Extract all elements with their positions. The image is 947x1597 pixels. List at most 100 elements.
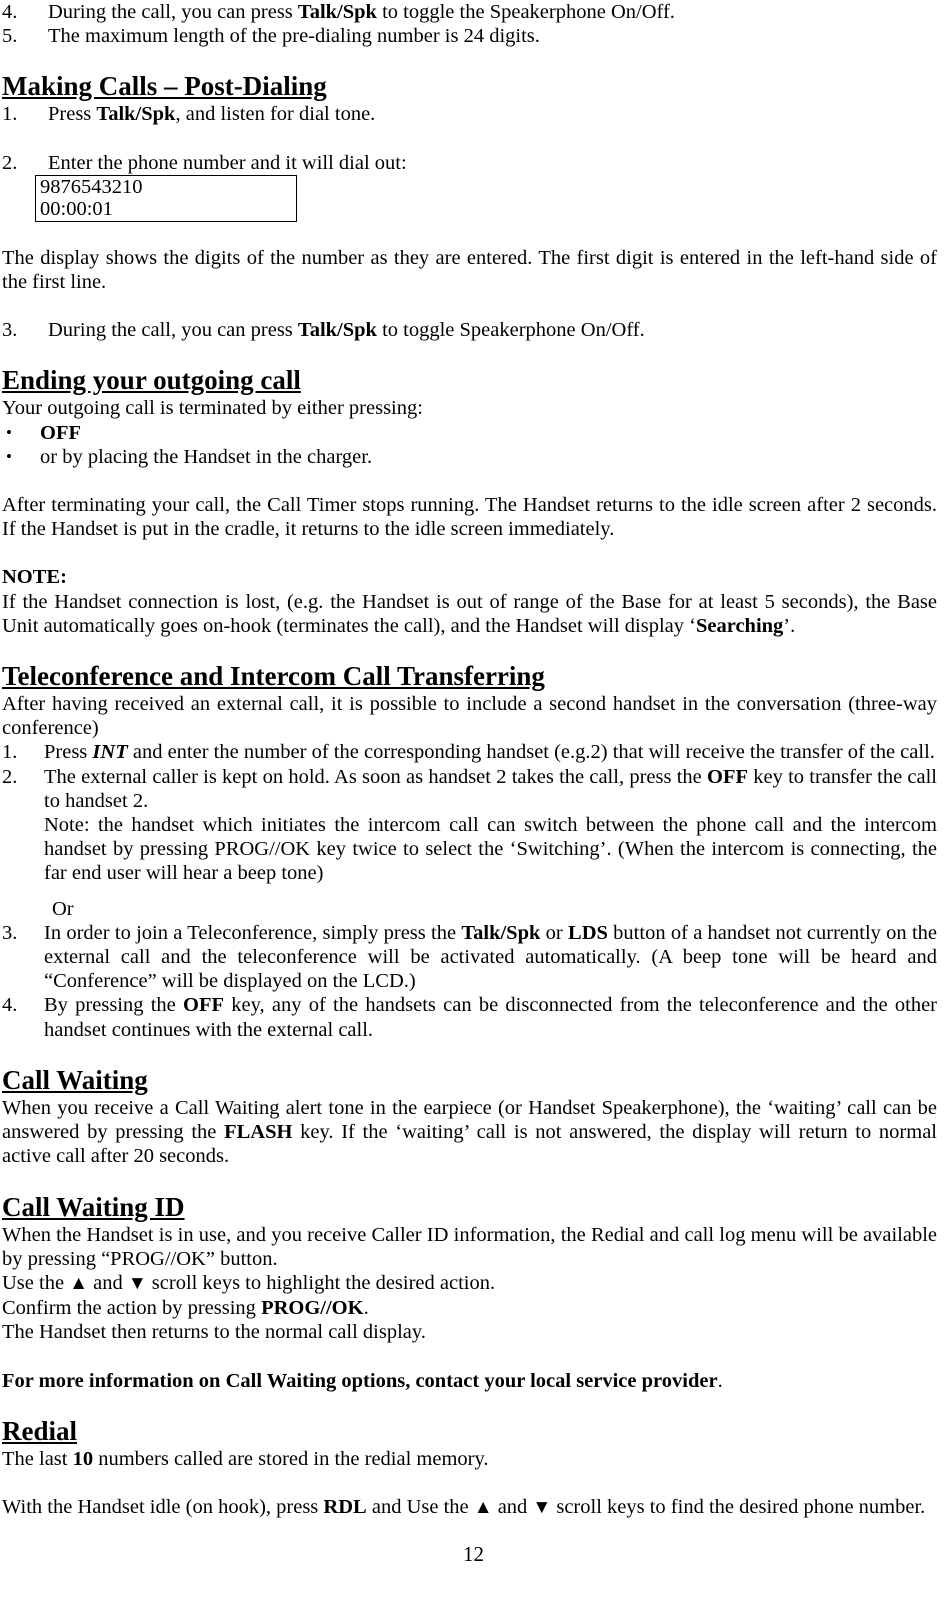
list-item-text: By pressing the OFF key, any of the hand… [44, 993, 937, 1041]
text-fragment: The external caller is kept on hold. As … [44, 765, 707, 788]
call-waiting-paragraph: When you receive a Call Waiting alert to… [2, 1096, 937, 1169]
post-dialing-step1-list: 1. Press Talk/Spk, and listen for dial t… [2, 102, 937, 126]
call-timer-paragraph: After terminating your call, the Call Ti… [2, 494, 937, 541]
list-item-text: Press Talk/Spk, and listen for dial tone… [48, 102, 937, 126]
list-item: • OFF [2, 421, 937, 445]
text-fragment: The last [2, 1447, 73, 1470]
arrow-up-icon: ▲ [69, 1272, 88, 1294]
redial-memory-line: The last 10 numbers called are stored in… [2, 1447, 937, 1471]
call-waiting-id-paragraph: When the Handset is in use, and you rece… [2, 1223, 937, 1270]
text-fragment: By pressing the [44, 994, 184, 1017]
section-heading-making-calls: Making Calls – Post-Dialing [2, 70, 937, 102]
list-item: • or by placing the Handset in the charg… [2, 445, 937, 469]
section-heading-redial: Redial [2, 1415, 937, 1447]
lcd-timer-line: 00:00:01 [40, 197, 113, 220]
continued-steps-list: 4. During the call, you can press Talk/S… [2, 0, 937, 48]
key-label: OFF [183, 994, 225, 1017]
bullet-icon: • [6, 446, 12, 466]
key-label: Talk/Spk [297, 1, 377, 23]
redial-count: 10 [72, 1447, 94, 1470]
heading-text: Call Waiting ID [2, 1191, 185, 1222]
list-item: 4. During the call, you can press Talk/S… [2, 0, 937, 24]
heading-text: Redial [2, 1415, 78, 1446]
text-fragment: Press [48, 103, 97, 126]
intercom-note: Note: the handset which initiates the in… [44, 814, 937, 885]
text-fragment: to toggle Speakerphone On/Off. [376, 319, 645, 342]
text-fragment: Confirm the action by pressing [2, 1297, 262, 1320]
text-fragment: With the Handset idle (on hook), press [2, 1495, 324, 1518]
list-marker: 3. [2, 921, 18, 944]
lcd-number-line: 9876543210 [40, 175, 143, 198]
list-item-text: or by placing the Handset in the charger… [40, 445, 373, 468]
list-item: 3. In order to join a Teleconference, si… [2, 921, 937, 994]
section-heading-call-waiting: Call Waiting [2, 1064, 937, 1096]
manual-page: 4. During the call, you can press Talk/S… [0, 0, 947, 1597]
key-label: PROG//OK [261, 1297, 364, 1320]
list-marker: 1. [2, 741, 18, 764]
or-separator: Or [52, 897, 74, 920]
list-marker: 2. [2, 151, 18, 174]
list-marker: 4. [2, 994, 18, 1017]
confirm-action-line: Confirm the action by pressing PROG//OK. [2, 1296, 937, 1320]
key-label: INT [92, 741, 128, 764]
text-fragment: . [363, 1297, 369, 1320]
text-fragment: Press [44, 741, 93, 764]
list-item-text: The maximum length of the pre-dialing nu… [48, 25, 540, 48]
section-heading-call-waiting-id: Call Waiting ID [2, 1191, 937, 1223]
heading-text: Making Calls – Post-Dialing [2, 71, 327, 102]
text-fragment: and enter the number of the correspondin… [127, 741, 935, 764]
text-fragment: scroll keys to find the desired phone nu… [551, 1495, 926, 1518]
list-marker: 3. [2, 319, 18, 342]
key-label: Talk/Spk [461, 921, 541, 944]
key-label: Talk/Spk [297, 319, 377, 342]
note-paragraph: If the Handset connection is lost, (e.g.… [2, 590, 937, 638]
ending-call-intro: Your outgoing call is terminated by eith… [2, 397, 423, 420]
list-item: 1. Press Talk/Spk, and listen for dial t… [2, 102, 937, 126]
text-fragment: or [540, 921, 569, 944]
page-number: 12 [463, 1542, 484, 1566]
text-fragment: scroll keys to highlight the desired act… [146, 1271, 496, 1294]
list-marker: 5. [2, 25, 18, 48]
service-provider-note: For more information on Call Waiting opt… [2, 1369, 937, 1393]
list-item-text: During the call, you can press Talk/Spk … [48, 0, 937, 24]
list-item-text: Press INT and enter the number of the co… [44, 740, 937, 764]
redial-usage-line: With the Handset idle (on hook), press R… [2, 1495, 937, 1520]
key-label: RDL [323, 1495, 367, 1518]
text-fragment: numbers called are stored in the redial … [93, 1447, 489, 1470]
key-label: FLASH [224, 1121, 293, 1144]
section-heading-ending-call: Ending your outgoing call [2, 364, 937, 396]
key-label: OFF [40, 421, 81, 444]
list-item-text: In order to join a Teleconference, simpl… [44, 921, 937, 994]
text-fragment: and Use the [366, 1495, 474, 1518]
text-fragment: In order to join a Teleconference, simpl… [44, 921, 462, 944]
text-fragment: and [492, 1495, 533, 1518]
display-description-paragraph: The display shows the digits of the numb… [2, 246, 937, 294]
scroll-keys-line: Use the ▲ and ▼ scroll keys to highlight… [2, 1271, 937, 1296]
text-fragment: , and listen for dial tone. [175, 103, 376, 126]
text-fragment: During the call, you can press [48, 1, 298, 23]
heading-text: Teleconference and Intercom Call Transfe… [2, 661, 545, 692]
text-fragment: ’. [783, 614, 796, 637]
ending-call-bullets: • OFF • or by placing the Handset in the… [2, 421, 937, 469]
list-item-text: Enter the phone number and it will dial … [48, 151, 407, 174]
arrow-down-icon: ▼ [532, 1496, 552, 1518]
lcd-display-box: 9876543210 00:00:01 [35, 174, 297, 222]
list-item: 2. The external caller is kept on hold. … [2, 765, 937, 886]
teleconference-steps-list-2: 3. In order to join a Teleconference, si… [2, 921, 937, 1042]
service-provider-bold: For more information on Call Waiting opt… [2, 1369, 718, 1392]
arrow-up-icon: ▲ [473, 1496, 493, 1518]
list-marker: 2. [2, 765, 18, 788]
post-dialing-step2-list: 2. Enter the phone number and it will di… [2, 151, 937, 175]
list-item-text: During the call, you can press Talk/Spk … [48, 318, 937, 342]
list-item-text: The external caller is kept on hold. As … [44, 765, 937, 886]
